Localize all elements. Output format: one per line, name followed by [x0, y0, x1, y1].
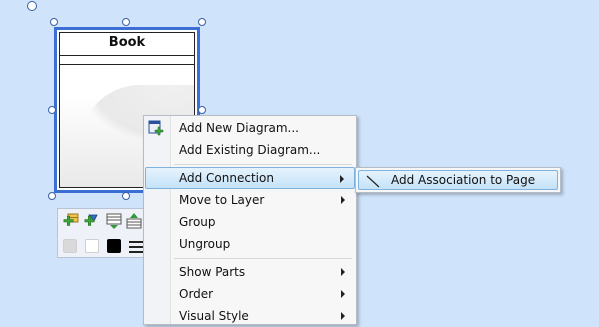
fill-color-swatch-white[interactable] — [85, 239, 99, 253]
submenu-arrow-icon — [340, 175, 344, 183]
menu-separator — [174, 164, 352, 165]
menu-item-visual-style[interactable]: Visual Style — [145, 305, 355, 327]
compartment-up-icon[interactable] — [126, 213, 142, 229]
menu-item-group[interactable]: Group — [145, 211, 355, 233]
menu-item-add-new-diagram[interactable]: Add New Diagram... — [145, 117, 355, 139]
menu-item-label: Add Existing Diagram... — [179, 143, 321, 157]
menu-item-label: Add New Diagram... — [179, 121, 299, 135]
menu-item-label: Ungroup — [179, 237, 231, 251]
add-connection-submenu: Add Association to Page — [355, 167, 561, 193]
menu-item-order[interactable]: Order — [145, 283, 355, 305]
resize-handle-n[interactable] — [122, 18, 130, 26]
menu-item-move-to-layer[interactable]: Move to Layer — [145, 189, 355, 211]
submenu-arrow-icon — [341, 196, 345, 204]
attribute-compartment-divider — [60, 55, 194, 56]
menu-item-add-existing-diagram[interactable]: Add Existing Diagram... — [145, 139, 355, 161]
operation-compartment-divider — [60, 64, 194, 65]
fill-color-swatch-gray[interactable] — [63, 239, 77, 253]
submenu-item-label: Add Association to Page — [391, 173, 536, 187]
submenu-arrow-icon — [341, 312, 345, 320]
resize-handle-sw[interactable] — [48, 192, 56, 200]
rotate-handle[interactable] — [27, 1, 37, 11]
menu-separator — [174, 258, 352, 259]
resize-handle-ne[interactable] — [198, 18, 206, 26]
submenu-arrow-icon — [341, 290, 345, 298]
resize-handle-e[interactable] — [198, 106, 206, 114]
context-menu: Add New Diagram... Add Existing Diagram.… — [143, 115, 357, 325]
submenu-arrow-icon — [341, 268, 345, 276]
menu-item-ungroup[interactable]: Ungroup — [145, 233, 355, 255]
resize-handle-nw[interactable] — [50, 18, 58, 26]
shape-mini-toolbar — [57, 208, 145, 258]
resize-handle-s[interactable] — [122, 192, 130, 200]
association-line-icon — [366, 175, 380, 188]
menu-item-label: Visual Style — [179, 309, 249, 323]
submenu-item-add-association[interactable]: Add Association to Page — [358, 170, 558, 190]
add-attribute-icon[interactable] — [63, 213, 79, 229]
fill-color-swatch-black[interactable] — [107, 239, 121, 253]
add-diagram-icon — [148, 120, 164, 136]
menu-item-label: Add Connection — [179, 171, 274, 185]
diagram-canvas[interactable]: Book Add New Diagram... Add Existing Dia… — [0, 0, 599, 325]
menu-item-label: Group — [179, 215, 216, 229]
add-operation-icon[interactable] — [84, 213, 100, 229]
menu-item-label: Move to Layer — [179, 193, 265, 207]
menu-item-add-connection[interactable]: Add Connection — [145, 167, 355, 189]
resize-handle-w[interactable] — [48, 106, 56, 114]
line-weight-icon[interactable] — [128, 239, 144, 255]
menu-item-label: Show Parts — [179, 265, 246, 279]
compartment-icon[interactable] — [106, 213, 122, 229]
menu-item-label: Order — [179, 287, 214, 301]
menu-item-show-parts[interactable]: Show Parts — [145, 261, 355, 283]
class-name: Book — [108, 35, 146, 50]
